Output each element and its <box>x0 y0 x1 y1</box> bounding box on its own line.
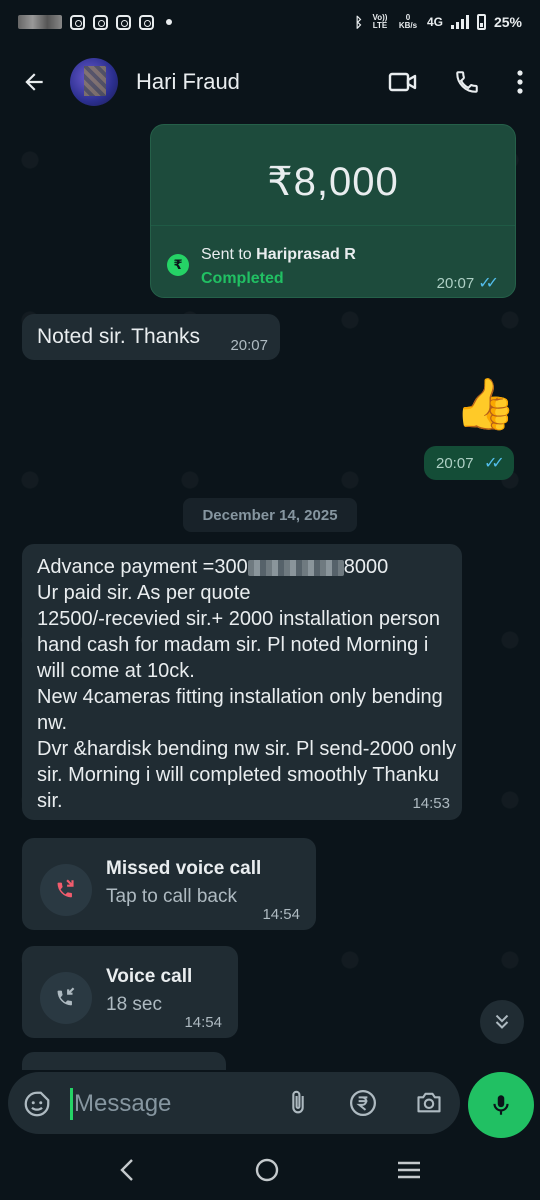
status-bar: ᛒ Vo)) LTE 0 KB/s 4G 25% <box>0 0 540 44</box>
incoming-message[interactable]: Advance payment =300 8000 Ur paid sir. As… <box>22 544 462 820</box>
date-separator: December 14, 2025 <box>183 498 357 532</box>
payment-card[interactable]: ₹8,000 ₹ Sent to Hariprasad R Completed … <box>150 124 516 298</box>
thumbs-up-emoji[interactable]: 👍 <box>454 374 516 434</box>
payment-recipient-line: Sent to Hariprasad R <box>201 246 356 264</box>
message-time: 14:53 <box>412 795 450 812</box>
missed-call-icon <box>40 864 92 916</box>
payment-time-row: 20:07 ✓✓ <box>436 273 499 293</box>
notification-icons <box>18 14 172 30</box>
outgoing-message-meta[interactable]: 20:07 ✓✓ <box>424 446 514 480</box>
payment-time: 20:07 <box>436 275 475 292</box>
rupee-circle-icon[interactable] <box>348 1088 378 1118</box>
message-time: 20:07 <box>436 455 474 472</box>
contact-name[interactable]: Hari Fraud <box>136 69 240 95</box>
battery-percent: 25% <box>493 14 522 30</box>
call-title: Missed voice call <box>106 858 262 879</box>
payment-status: Completed <box>201 270 284 287</box>
composer <box>0 1070 540 1140</box>
message-time: 14:54 <box>262 906 300 923</box>
mic-icon[interactable] <box>468 1072 534 1138</box>
camera-icon[interactable] <box>414 1088 444 1116</box>
instagram-icon <box>139 14 154 30</box>
chat-header: Hari Fraud <box>0 44 540 120</box>
contact-avatar[interactable] <box>70 58 118 106</box>
back-arrow-icon[interactable] <box>16 64 52 100</box>
video-call-icon[interactable] <box>388 70 418 94</box>
double-check-icon: ✓✓ <box>478 275 499 292</box>
text-cursor <box>70 1088 73 1120</box>
attach-icon[interactable] <box>284 1088 312 1118</box>
nav-home-icon[interactable] <box>254 1157 280 1183</box>
instagram-icon <box>93 14 108 30</box>
message-composer <box>8 1072 460 1134</box>
network-type: 4G <box>426 15 443 29</box>
more-vert-icon[interactable] <box>516 69 524 95</box>
call-title: Voice call <box>106 966 193 987</box>
divider <box>151 225 515 226</box>
sticker-icon[interactable] <box>22 1089 52 1119</box>
volte-indicator: Vo)) LTE <box>372 13 388 30</box>
system-icons: ᛒ Vo)) LTE 0 KB/s 4G 25% <box>355 14 522 30</box>
voice-call-bubble[interactable]: Voice call 18 sec 14:54 <box>22 946 238 1038</box>
message-text: Noted sir. Thanks <box>37 325 201 348</box>
message-text-part: Ur paid sir. As per quote 12500/-recevie… <box>37 582 457 812</box>
incoming-call-icon <box>40 972 92 1024</box>
bluetooth-icon: ᛒ <box>354 14 363 30</box>
rupee-icon: ₹ <box>167 254 189 276</box>
network-speed: 0 KB/s <box>397 14 419 30</box>
incoming-message-partial[interactable] <box>22 1052 226 1070</box>
nav-recents-icon[interactable] <box>396 1160 422 1180</box>
system-nav-bar <box>0 1140 540 1200</box>
instagram-icon <box>70 14 85 30</box>
call-subtitle: 18 sec <box>106 994 162 1015</box>
blurred-notification-icon <box>18 15 62 29</box>
sent-to-label: Sent to <box>201 246 257 263</box>
message-text-part: Advance payment =300 <box>37 556 248 578</box>
message-time: 14:54 <box>184 1014 222 1031</box>
phone-icon[interactable] <box>454 69 480 95</box>
header-actions <box>388 69 524 95</box>
message-text: Advance payment =300 8000 Ur paid sir. As… <box>37 554 457 814</box>
redacted-text <box>247 559 344 576</box>
battery-icon <box>476 14 486 30</box>
network-speed-unit: KB/s <box>398 21 418 30</box>
double-check-icon: ✓✓ <box>484 455 505 472</box>
missed-call-bubble[interactable]: Missed voice call Tap to call back 14:54 <box>22 838 316 930</box>
incoming-message[interactable]: Noted sir. Thanks 20:07 <box>22 314 280 360</box>
signal-icon <box>450 15 469 29</box>
chat-area[interactable]: ₹8,000 ₹ Sent to Hariprasad R Completed … <box>0 120 540 1070</box>
chevron-double-down-icon[interactable] <box>480 1000 524 1044</box>
instagram-icon <box>116 14 131 30</box>
message-input[interactable] <box>74 1084 264 1124</box>
payment-recipient: Hariprasad R <box>256 246 356 263</box>
call-subtitle: Tap to call back <box>106 886 237 907</box>
nav-back-icon[interactable] <box>118 1158 138 1182</box>
payment-amount: ₹8,000 <box>267 160 399 204</box>
more-notifications-dot-icon <box>166 19 172 25</box>
message-text-part: 8000 <box>343 556 389 578</box>
message-time: 20:07 <box>230 337 268 354</box>
